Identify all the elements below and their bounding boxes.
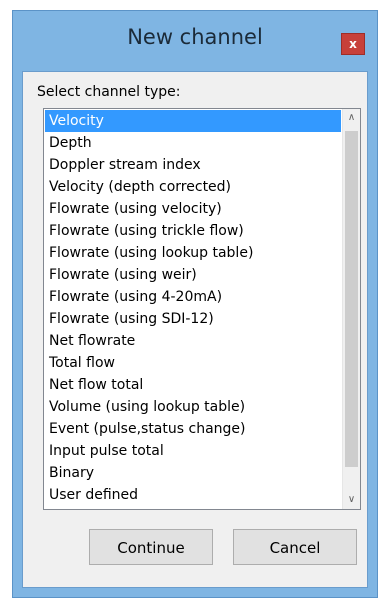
list-item[interactable]: Volume (using lookup table) [45, 396, 341, 418]
list-item[interactable]: User defined [45, 484, 341, 506]
list-item[interactable]: Doppler stream index [45, 154, 341, 176]
list-items: Velocity Depth Doppler stream index Velo… [45, 110, 341, 506]
scroll-thumb[interactable] [345, 131, 358, 467]
dialog-body: Select channel type: Velocity Depth Dopp… [22, 71, 368, 588]
channel-type-label: Select channel type: [37, 84, 181, 100]
scroll-down-icon[interactable]: ∨ [343, 491, 360, 509]
dialog-window: New channel x Select channel type: Veloc… [0, 0, 388, 600]
list-item[interactable]: Flowrate (using SDI-12) [45, 308, 341, 330]
list-item-selected[interactable]: Velocity [45, 110, 341, 132]
list-item[interactable]: Depth [45, 132, 341, 154]
cancel-button[interactable]: Cancel [233, 529, 357, 565]
list-item[interactable]: Event (pulse,status change) [45, 418, 341, 440]
title-bar[interactable]: New channel x [13, 11, 377, 71]
list-item[interactable]: Input pulse total [45, 440, 341, 462]
window-title: New channel [127, 25, 263, 49]
list-item[interactable]: Flowrate (using velocity) [45, 198, 341, 220]
list-item[interactable]: Flowrate (using trickle flow) [45, 220, 341, 242]
close-icon: x [349, 37, 357, 51]
channel-type-list[interactable]: Velocity Depth Doppler stream index Velo… [43, 108, 361, 510]
list-item[interactable]: Velocity (depth corrected) [45, 176, 341, 198]
list-item[interactable]: Total flow [45, 352, 341, 374]
list-scrollbar[interactable]: ∧ ∨ [342, 109, 360, 509]
list-item[interactable]: Net flowrate [45, 330, 341, 352]
scroll-up-icon[interactable]: ∧ [343, 109, 360, 127]
list-item[interactable]: Net flow total [45, 374, 341, 396]
list-item[interactable]: Flowrate (using lookup table) [45, 242, 341, 264]
close-button[interactable]: x [341, 33, 365, 55]
list-item[interactable]: Binary [45, 462, 341, 484]
list-item[interactable]: Flowrate (using weir) [45, 264, 341, 286]
window-frame: New channel x Select channel type: Veloc… [12, 10, 378, 598]
list-item[interactable]: Flowrate (using 4-20mA) [45, 286, 341, 308]
continue-button[interactable]: Continue [89, 529, 213, 565]
